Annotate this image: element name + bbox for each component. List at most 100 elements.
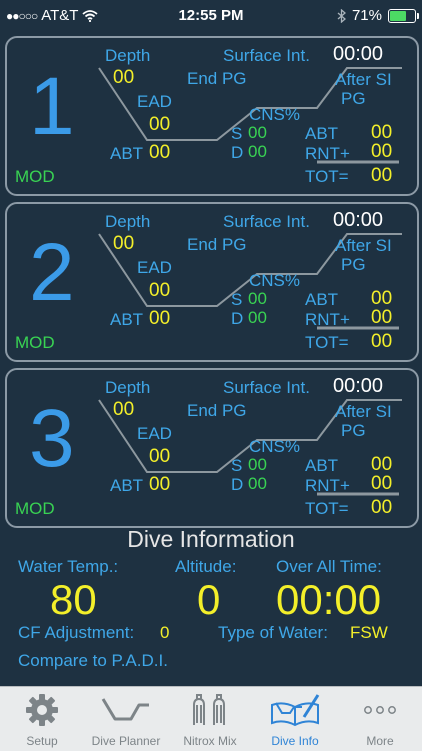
- surface-int-value[interactable]: 00:00: [333, 209, 383, 232]
- cns-s-label: S: [231, 290, 243, 309]
- dive-number: 3: [29, 393, 75, 484]
- depth-value[interactable]: 00: [113, 67, 134, 89]
- dive-number: 1: [29, 61, 75, 152]
- cns-d-label: D: [231, 309, 244, 328]
- altitude-label: Altitude:: [175, 557, 237, 576]
- cf-adjustment-label: CF Adjustment:: [18, 623, 135, 642]
- cns-d-label: D: [231, 143, 244, 162]
- tab-bar: Setup Dive Planner Nitrox Mix Dive Info …: [0, 686, 422, 751]
- mod-label[interactable]: MOD: [15, 333, 55, 353]
- tot-label: TOT=: [305, 167, 349, 186]
- tab-setup[interactable]: Setup: [0, 687, 84, 751]
- depth-label: Depth: [105, 212, 151, 231]
- abt-left-label: ABT: [110, 310, 144, 329]
- depth-value[interactable]: 00: [113, 233, 134, 255]
- rnt-value[interactable]: 00: [371, 473, 392, 495]
- end-pg-label: End PG: [187, 69, 247, 88]
- logbook-icon: [252, 691, 338, 729]
- rnt-value[interactable]: 00: [371, 307, 392, 329]
- surface-int-label: Surface Int.: [223, 212, 310, 231]
- battery-icon: [388, 8, 419, 23]
- water-temp-label: Water Temp.:: [18, 557, 119, 576]
- dive-profile-icon: [84, 691, 168, 729]
- cns-d-value[interactable]: 00: [248, 308, 267, 328]
- tot-value[interactable]: 00: [371, 331, 392, 353]
- abt-left-label: ABT: [110, 476, 144, 495]
- tab-label: Setup: [26, 734, 58, 748]
- rnt-value[interactable]: 00: [371, 141, 392, 163]
- dive-info-title: Dive Information: [127, 526, 295, 552]
- water-type-value[interactable]: FSW: [350, 623, 388, 643]
- battery-percent: 71%: [351, 7, 382, 24]
- cns-d-value[interactable]: 00: [248, 142, 267, 162]
- rnt-label: RNT+: [305, 144, 350, 163]
- tab-more[interactable]: More: [338, 687, 422, 751]
- ead-value[interactable]: 00: [149, 280, 170, 302]
- more-icon: [338, 691, 422, 729]
- ead-label: EAD: [137, 92, 172, 111]
- cns-d-value[interactable]: 00: [248, 474, 267, 494]
- surface-int-label: Surface Int.: [223, 46, 310, 65]
- tot-value[interactable]: 00: [371, 165, 392, 187]
- dive-panel-1: 1 MOD Depth 00 Surface Int. 00:00 End PG…: [5, 36, 419, 196]
- tot-label: TOT=: [305, 333, 349, 352]
- after-si-label: After SI: [335, 70, 392, 89]
- tab-label: More: [366, 734, 394, 748]
- rnt-label: RNT+: [305, 476, 350, 495]
- ead-value[interactable]: 00: [149, 446, 170, 468]
- altitude-value[interactable]: 0: [197, 576, 220, 624]
- cns-s-value[interactable]: 00: [248, 455, 267, 475]
- tot-label: TOT=: [305, 499, 349, 518]
- tanks-icon: [168, 691, 252, 729]
- ead-label: EAD: [137, 258, 172, 277]
- after-si-label: After SI: [335, 236, 392, 255]
- abt-left-value[interactable]: 00: [149, 474, 170, 496]
- battery-level: [390, 10, 406, 21]
- gear-icon: [0, 691, 84, 729]
- tab-dive-info[interactable]: Dive Info: [252, 687, 338, 751]
- water-type-label: Type of Water:: [218, 623, 328, 642]
- tot-value[interactable]: 00: [371, 497, 392, 519]
- ead-value[interactable]: 00: [149, 114, 170, 136]
- mod-label[interactable]: MOD: [15, 499, 55, 519]
- dive-panel-2: 2 MOD Depth 00 Surface Int. 00:00 End PG…: [5, 202, 419, 362]
- tab-label: Dive Info: [271, 734, 319, 748]
- overall-time-label: Over All Time:: [276, 557, 382, 576]
- surface-int-value[interactable]: 00:00: [333, 375, 383, 398]
- cns-s-label: S: [231, 124, 243, 143]
- cns-s-value[interactable]: 00: [248, 289, 267, 309]
- abt-label: ABT: [305, 290, 339, 309]
- bluetooth-icon: [337, 8, 346, 23]
- tab-dive-planner[interactable]: Dive Planner: [84, 687, 168, 751]
- overall-time-value: 00:00: [276, 576, 382, 623]
- mod-label[interactable]: MOD: [15, 167, 55, 187]
- status-right: 71%: [337, 7, 419, 24]
- after-si-pg-label: PG: [341, 255, 366, 274]
- cns-d-label: D: [231, 475, 244, 494]
- surface-int-value[interactable]: 00:00: [333, 43, 383, 66]
- cf-adjustment-value[interactable]: 0: [160, 623, 169, 643]
- abt-label: ABT: [305, 456, 339, 475]
- cns-s-label: S: [231, 456, 243, 475]
- abt-left-value[interactable]: 00: [149, 142, 170, 164]
- depth-value[interactable]: 00: [113, 399, 134, 421]
- tab-nitrox-mix[interactable]: Nitrox Mix: [168, 687, 252, 751]
- rnt-label: RNT+: [305, 310, 350, 329]
- after-si-label: After SI: [335, 402, 392, 421]
- cns-label: CNS%: [249, 437, 301, 456]
- surface-int-label: Surface Int.: [223, 378, 310, 397]
- after-si-pg-label: PG: [341, 89, 366, 108]
- after-si-pg-label: PG: [341, 421, 366, 440]
- ead-label: EAD: [137, 424, 172, 443]
- cns-label: CNS%: [249, 105, 301, 124]
- end-pg-label: End PG: [187, 235, 247, 254]
- tab-label: Nitrox Mix: [183, 734, 237, 748]
- abt-left-value[interactable]: 00: [149, 308, 170, 330]
- tab-label: Dive Planner: [91, 734, 161, 748]
- water-temp-value[interactable]: 80: [50, 576, 97, 624]
- abt-label: ABT: [305, 124, 339, 143]
- cns-s-value[interactable]: 00: [248, 123, 267, 143]
- dive-number: 2: [29, 227, 75, 318]
- compare-padi-link[interactable]: Compare to P.A.D.I.: [18, 651, 168, 671]
- end-pg-label: End PG: [187, 401, 247, 420]
